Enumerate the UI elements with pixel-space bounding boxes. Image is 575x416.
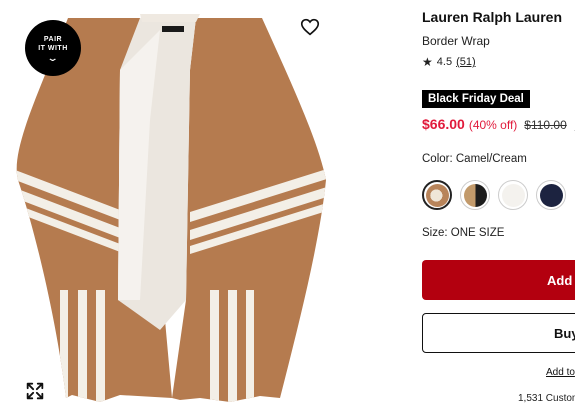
expand-arrows-icon[interactable]: [24, 380, 46, 402]
swatch-fill: [539, 183, 563, 207]
color-label: Color: Camel/Cream: [422, 153, 527, 165]
review-count-link[interactable]: (51): [456, 56, 476, 68]
chevron-down-icon: ⌄: [46, 52, 60, 63]
size-label: Size: ONE SIZE: [422, 227, 505, 239]
swatch-fill: [425, 183, 449, 207]
swatch-fill: [463, 183, 487, 207]
product-details: Lauren Ralph Lauren Border Wrap ★ 4.5 (5…: [422, 0, 575, 416]
sale-price: $66.00: [422, 116, 465, 132]
product-title: Border Wrap: [422, 34, 490, 48]
pair-badge-line1: PAIR: [43, 35, 63, 43]
product-rating: ★ 4.5 (51): [422, 55, 476, 69]
customer-count-text: 1,531 Custom: [518, 393, 575, 404]
original-price: $110.00: [524, 118, 567, 132]
product-image-pane: PAIR IT WITH ⌄: [0, 0, 345, 416]
pair-badge-line2: IT WITH: [38, 44, 68, 52]
swatch-camel-black[interactable]: [460, 180, 490, 210]
heart-outline-icon[interactable]: [299, 16, 321, 38]
swatch-navy[interactable]: [536, 180, 566, 210]
percent-off: (40% off): [468, 118, 518, 132]
pair-it-with-button[interactable]: PAIR IT WITH ⌄: [25, 20, 81, 76]
rating-value: 4.5: [436, 56, 453, 68]
deal-badge: Black Friday Deal: [422, 90, 530, 108]
swatch-cream[interactable]: [498, 180, 528, 210]
swatch-fill: [501, 183, 525, 207]
swatch-camel-cream[interactable]: [422, 180, 452, 210]
buy-now-button[interactable]: Buy: [422, 313, 575, 353]
price-row: $66.00 (40% off) $110.00 D: [422, 116, 575, 132]
add-to-list-link[interactable]: Add to: [546, 367, 575, 378]
brand-name[interactable]: Lauren Ralph Lauren: [422, 9, 562, 25]
star-icon: ★: [422, 55, 433, 69]
color-swatches: [422, 180, 566, 210]
add-to-bag-button[interactable]: Add T: [422, 260, 575, 300]
